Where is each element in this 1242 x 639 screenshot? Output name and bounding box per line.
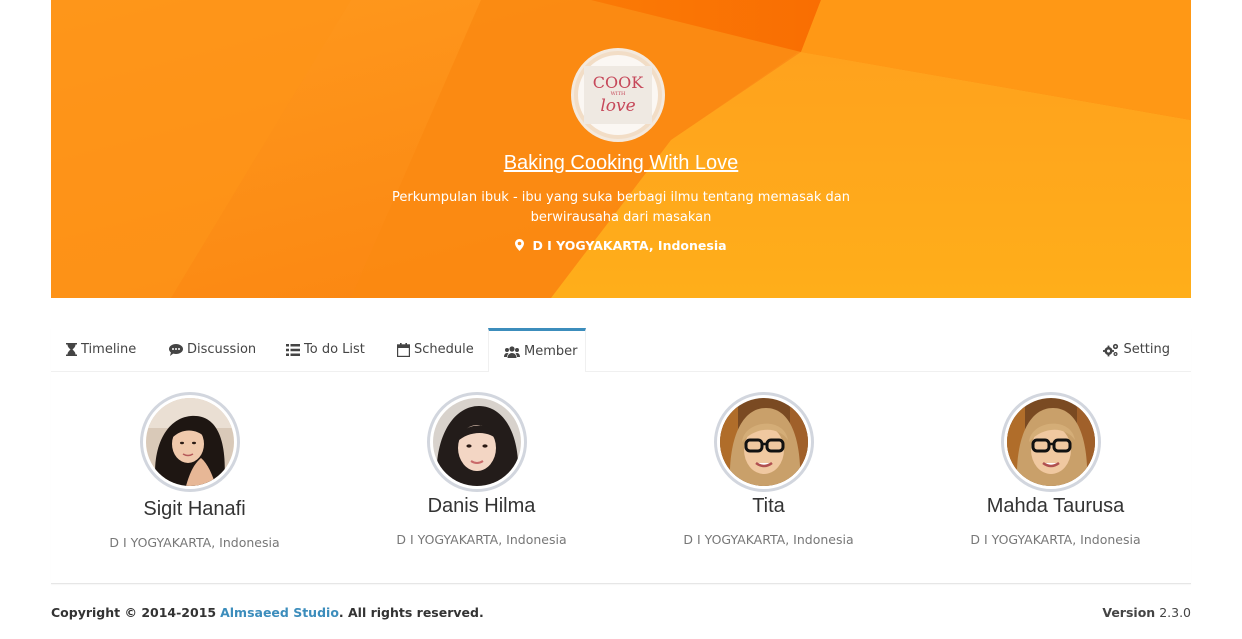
group-cover: COOK WITH love Baking Cooking With Love …	[51, 0, 1191, 298]
comment-icon	[169, 343, 183, 356]
member-name[interactable]: Tita	[625, 495, 912, 518]
logo-text-line1: COOK	[592, 73, 644, 92]
tab-setting[interactable]: Setting	[1088, 328, 1185, 371]
group-location: D I YOGYAKARTA, Indonesia	[51, 238, 1191, 254]
tab-todo-label: To do List	[304, 342, 365, 357]
member-card[interactable]: Tita D I YOGYAKARTA, Indonesia	[625, 392, 912, 562]
map-marker-icon	[515, 239, 525, 254]
footer-copyright: Copyright © 2014-2015 Almsaeed Studio. A…	[51, 605, 484, 620]
group-panel: Timeline Discussion To do List Schedule …	[51, 328, 1191, 584]
copyright-prefix: Copyright © 2014-2015	[51, 605, 217, 620]
avatar[interactable]	[427, 392, 527, 492]
member-photo	[433, 398, 521, 486]
tab-member[interactable]: Member	[488, 328, 586, 372]
version-value: 2.3.0	[1159, 605, 1191, 620]
member-name[interactable]: Sigit Hanafi	[51, 498, 338, 521]
tab-bar: Timeline Discussion To do List Schedule …	[51, 328, 1191, 372]
calendar-icon	[397, 342, 410, 357]
avatar[interactable]	[714, 392, 814, 492]
avatar[interactable]	[140, 392, 240, 492]
member-name[interactable]: Mahda Taurusa	[912, 495, 1199, 518]
member-location: D I YOGYAKARTA, Indonesia	[396, 532, 567, 547]
avatar[interactable]	[1001, 392, 1101, 492]
member-photo	[146, 398, 234, 486]
member-location: D I YOGYAKARTA, Indonesia	[683, 532, 854, 547]
tab-timeline[interactable]: Timeline	[51, 328, 151, 371]
group-title-link[interactable]: Baking Cooking With Love	[51, 152, 1191, 175]
member-card[interactable]: Mahda Taurusa D I YOGYAKARTA, Indonesia	[912, 392, 1199, 562]
member-card[interactable]: Danis Hilma D I YOGYAKARTA, Indonesia	[338, 392, 625, 562]
group-logo: COOK WITH love	[571, 48, 665, 142]
group-location-text: D I YOGYAKARTA, Indonesia	[532, 238, 727, 253]
gears-icon	[1103, 343, 1119, 357]
version-label: Version	[1102, 605, 1156, 620]
member-photo	[720, 398, 808, 486]
copyright-suffix: . All rights reserved.	[338, 605, 484, 620]
brand-link[interactable]: Almsaeed Studio	[220, 605, 339, 620]
hourglass-icon	[66, 343, 77, 356]
group-description: Perkumpulan ibuk - ibu yang suka berbagi…	[392, 190, 850, 225]
member-name[interactable]: Danis Hilma	[338, 495, 625, 518]
tab-member-label: Member	[524, 344, 578, 359]
member-location: D I YOGYAKARTA, Indonesia	[109, 535, 280, 550]
tab-schedule-label: Schedule	[414, 342, 474, 357]
tab-discussion[interactable]: Discussion	[154, 328, 271, 371]
tab-discussion-label: Discussion	[187, 342, 257, 357]
logo-text-line3: love	[600, 96, 636, 116]
list-icon	[286, 343, 300, 356]
footer-version: Version 2.3.0	[1102, 605, 1191, 620]
tab-schedule[interactable]: Schedule	[382, 328, 489, 371]
users-icon	[504, 345, 520, 358]
member-card[interactable]: Sigit Hanafi D I YOGYAKARTA, Indonesia	[51, 392, 338, 562]
tab-todo-list[interactable]: To do List	[271, 328, 380, 371]
tab-setting-label: Setting	[1123, 342, 1170, 357]
member-photo	[1007, 398, 1095, 486]
tab-timeline-label: Timeline	[81, 342, 137, 357]
member-location: D I YOGYAKARTA, Indonesia	[970, 532, 1141, 547]
